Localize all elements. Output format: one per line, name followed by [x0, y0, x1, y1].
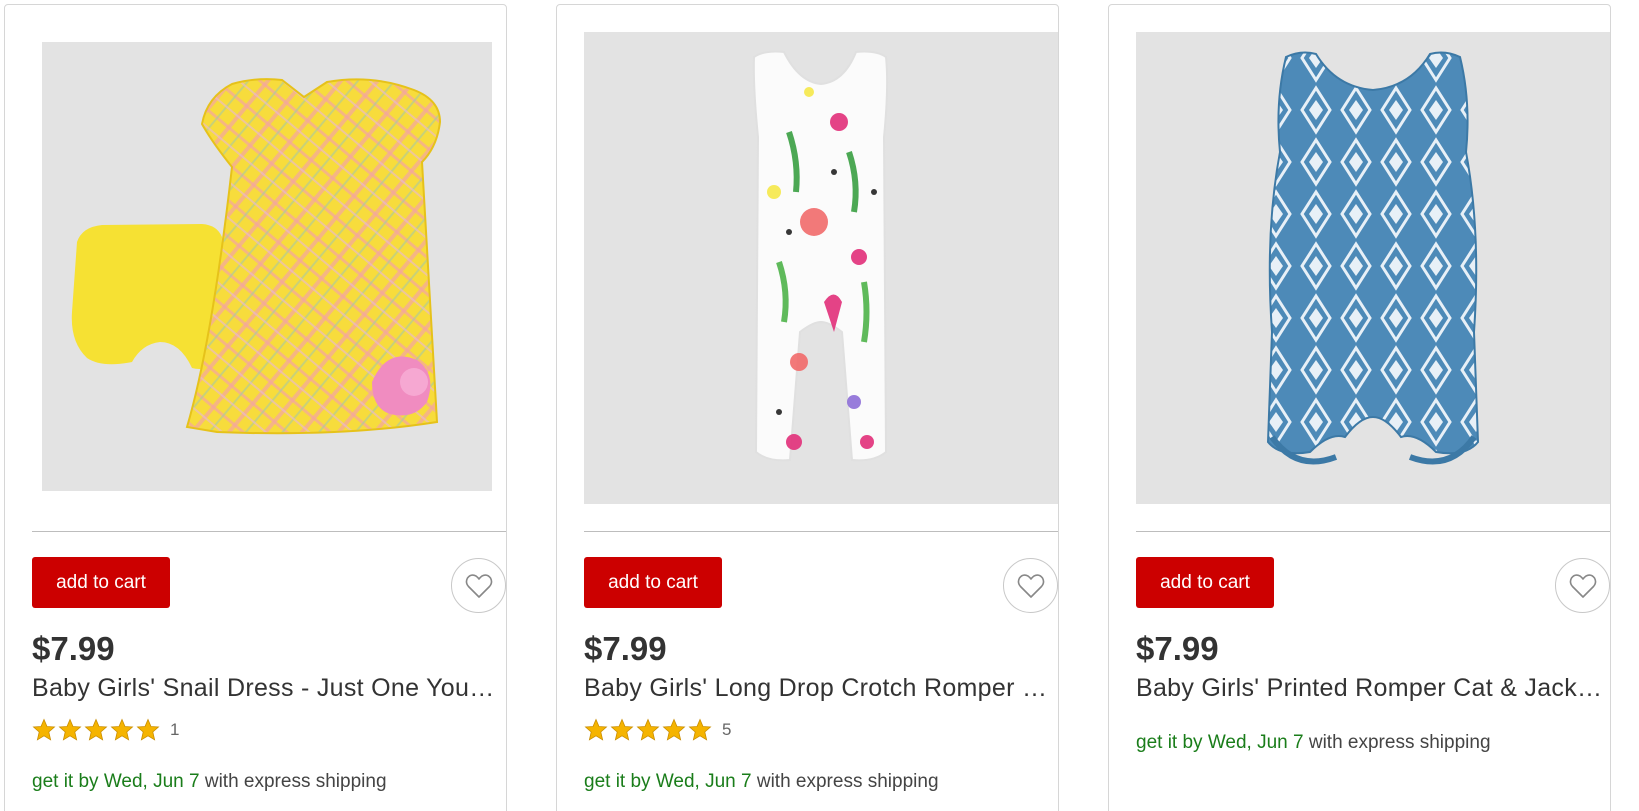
shipping-date: get it by Wed, Jun 7: [32, 771, 200, 792]
star-icon: [32, 718, 56, 742]
add-to-cart-button[interactable]: add to cart: [1136, 557, 1274, 608]
product-price: $7.99: [32, 630, 115, 667]
star-icon: [688, 718, 712, 742]
star-rating: [584, 718, 712, 742]
product-title[interactable]: Baby Girls' Printed Romper Cat & Jack…: [1136, 674, 1610, 703]
star-icon: [584, 718, 608, 742]
star-icon: [58, 718, 82, 742]
star-icon: [136, 718, 160, 742]
product-image-link[interactable]: [584, 32, 1058, 506]
product-card: add to cart $7.99 Baby Girls' Long Drop …: [556, 4, 1059, 811]
card-divider: [32, 531, 506, 532]
romper-floral-image: [752, 50, 889, 462]
star-icon: [610, 718, 634, 742]
heart-outline-icon: [1017, 573, 1044, 598]
review-count: 1: [170, 720, 180, 739]
favorite-button[interactable]: [1555, 558, 1610, 613]
add-to-cart-button[interactable]: add to cart: [584, 557, 722, 608]
product-rating[interactable]: 1: [32, 718, 179, 742]
product-card: add to cart $7.99 Baby Girls' Printed Ro…: [1108, 4, 1611, 811]
card-divider: [584, 531, 1058, 532]
review-count: 5: [722, 720, 732, 739]
favorite-button[interactable]: [1003, 558, 1058, 613]
product-image[interactable]: [42, 42, 492, 491]
product-price: $7.99: [584, 630, 667, 667]
romper-denim-image: [1266, 51, 1480, 465]
product-card: add to cart $7.99 Baby Girls' Snail Dres…: [4, 4, 507, 811]
product-price: $7.99: [1136, 630, 1219, 667]
product-grid: add to cart $7.99 Baby Girls' Snail Dres…: [0, 0, 1639, 811]
shipping-date: get it by Wed, Jun 7: [584, 771, 752, 792]
star-icon: [636, 718, 660, 742]
product-title[interactable]: Baby Girls' Snail Dress - Just One You…: [32, 674, 506, 703]
product-image-link[interactable]: [1136, 32, 1610, 506]
add-to-cart-button[interactable]: add to cart: [32, 557, 170, 608]
shipping-date: get it by Wed, Jun 7: [1136, 732, 1304, 753]
product-title[interactable]: Baby Girls' Long Drop Crotch Romper …: [584, 674, 1058, 703]
product-image[interactable]: [1136, 32, 1610, 504]
heart-outline-icon: [1569, 573, 1596, 598]
shipping-info: get it by Wed, Jun 7 with express shippi…: [32, 771, 387, 793]
shipping-method: with express shipping: [1308, 732, 1491, 753]
shipping-info: get it by Wed, Jun 7 with express shippi…: [1136, 732, 1491, 754]
heart-outline-icon: [465, 573, 492, 598]
product-image[interactable]: [584, 32, 1058, 504]
star-icon: [84, 718, 108, 742]
favorite-button[interactable]: [451, 558, 506, 613]
shipping-info: get it by Wed, Jun 7 with express shippi…: [584, 771, 939, 793]
shipping-method: with express shipping: [756, 771, 939, 792]
star-icon: [662, 718, 686, 742]
star-rating: [32, 718, 160, 742]
product-rating[interactable]: 5: [584, 718, 731, 742]
shipping-method: with express shipping: [204, 771, 387, 792]
card-divider: [1136, 531, 1610, 532]
snail-dress-image: [71, 78, 442, 435]
product-image-link[interactable]: [32, 32, 506, 506]
star-icon: [110, 718, 134, 742]
